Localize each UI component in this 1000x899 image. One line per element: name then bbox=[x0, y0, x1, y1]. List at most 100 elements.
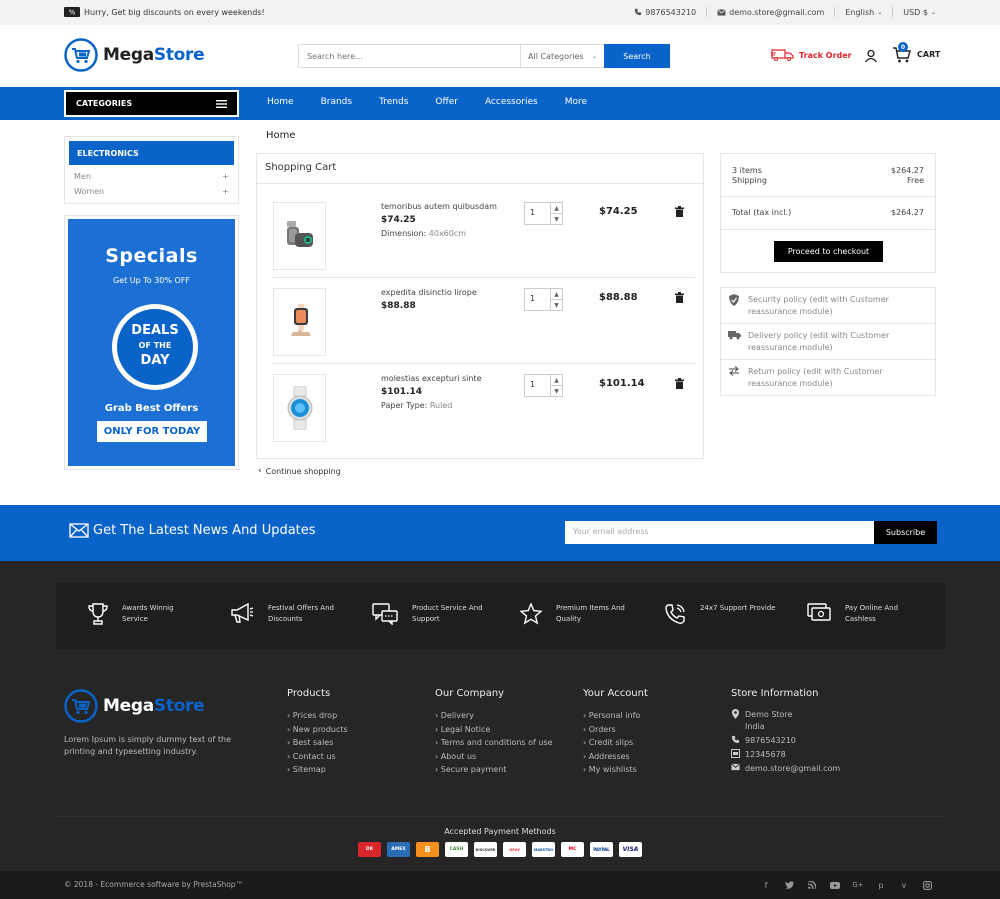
product-image-charger[interactable] bbox=[273, 202, 326, 270]
cart-icon: 0 bbox=[892, 42, 912, 64]
search-category-select[interactable]: All Categories ⌄ bbox=[520, 45, 604, 67]
cart-item: temoribus autem quibusdam $74.25 Dimensi… bbox=[257, 184, 703, 270]
product-image-watch-stand[interactable] bbox=[273, 288, 326, 356]
banner-inner: Specials Get Up To 30% OFF DEALS OF THE … bbox=[68, 219, 235, 466]
mail-icon bbox=[717, 8, 726, 16]
feature-item: 24x7 Support Provide bbox=[664, 603, 776, 625]
currency-selector[interactable]: USD $ ⌄ bbox=[903, 8, 936, 17]
track-order-link[interactable]: Track Order bbox=[771, 49, 852, 61]
cart-button[interactable]: 0 CART bbox=[892, 42, 941, 64]
logo-text: MegaStore bbox=[103, 45, 205, 65]
pinterest-icon[interactable]: p bbox=[876, 880, 886, 890]
google-plus-icon[interactable]: G+ bbox=[852, 880, 863, 890]
nav-item-offer[interactable]: Offer bbox=[435, 97, 458, 107]
banner-cta[interactable]: ONLY FOR TODAY bbox=[97, 421, 207, 442]
continue-shopping-link[interactable]: ‹ Continue shopping bbox=[258, 466, 341, 476]
increment-icon[interactable]: ▲ bbox=[551, 203, 562, 213]
quantity-input[interactable]: 1 bbox=[525, 203, 550, 224]
product-price: $74.25 bbox=[381, 215, 416, 225]
product-name[interactable]: temoribus autem quibusdam bbox=[381, 202, 497, 211]
product-attribute: Paper Type: Ruled bbox=[381, 401, 452, 410]
instagram-icon[interactable] bbox=[922, 880, 932, 890]
product-image-smartwatch[interactable] bbox=[273, 374, 326, 442]
nav-item-home[interactable]: Home bbox=[267, 97, 294, 107]
footer-link[interactable]: › Personal info bbox=[583, 709, 648, 723]
quantity-input[interactable]: 1 bbox=[525, 289, 550, 310]
breadcrumb[interactable]: Home bbox=[266, 130, 296, 141]
top-email[interactable]: demo.store@gmail.com bbox=[717, 8, 824, 17]
quantity-stepper[interactable]: 1 ▲ ▼ bbox=[524, 288, 563, 311]
quantity-stepper[interactable]: 1 ▲ ▼ bbox=[524, 202, 563, 225]
footer-link[interactable]: › Best sales bbox=[287, 736, 348, 750]
footer-logo[interactable]: MegaStore bbox=[64, 689, 205, 723]
footer-link[interactable]: › Secure payment bbox=[435, 763, 553, 777]
quantity-input[interactable]: 1 bbox=[525, 375, 550, 396]
shield-icon bbox=[728, 294, 740, 306]
quantity-stepper[interactable]: 1 ▲ ▼ bbox=[524, 374, 563, 397]
increment-icon[interactable]: ▲ bbox=[551, 289, 562, 299]
footer-link[interactable]: › Sitemap bbox=[287, 763, 348, 777]
delete-icon[interactable] bbox=[675, 292, 684, 303]
product-name[interactable]: molestias excepturi sinte bbox=[381, 374, 482, 383]
expand-icon[interactable]: + bbox=[222, 172, 229, 181]
nav-item-accessories[interactable]: Accessories bbox=[485, 97, 538, 107]
feature-item: Awards Winnig Service bbox=[88, 603, 174, 625]
product-name[interactable]: expedita disinctio lirope bbox=[381, 288, 477, 297]
feature-item: Pay Online And Cashless bbox=[807, 603, 898, 625]
nav-item-brands[interactable]: Brands bbox=[321, 97, 353, 107]
decrement-icon[interactable]: ▼ bbox=[551, 213, 562, 224]
rss-icon[interactable] bbox=[807, 880, 817, 890]
sidebar-item-men[interactable]: Men + bbox=[65, 169, 238, 184]
twitter-icon[interactable] bbox=[784, 880, 794, 890]
fax-icon bbox=[731, 749, 740, 758]
nav-item-trends[interactable]: Trends bbox=[379, 97, 408, 107]
store-country: India bbox=[745, 722, 765, 731]
delete-icon[interactable] bbox=[675, 378, 684, 389]
cart-label: CART bbox=[917, 49, 941, 59]
vimeo-icon[interactable]: v bbox=[899, 880, 909, 890]
store-phone[interactable]: 9876543210 bbox=[731, 735, 840, 747]
footer-link[interactable]: › Credit slips bbox=[583, 736, 648, 750]
increment-icon[interactable]: ▲ bbox=[551, 375, 562, 385]
footer-link[interactable]: › About us bbox=[435, 750, 553, 764]
store-email[interactable]: demo.store@gmail.com bbox=[731, 763, 840, 775]
product-price: $101.14 bbox=[381, 387, 422, 397]
youtube-icon[interactable] bbox=[830, 880, 840, 890]
user-account-icon[interactable] bbox=[864, 49, 878, 63]
store-email-text: demo.store@gmail.com bbox=[745, 764, 841, 773]
facebook-icon[interactable]: f bbox=[761, 880, 771, 890]
expand-icon[interactable]: + bbox=[222, 187, 229, 196]
footer-link-text: Best sales bbox=[292, 738, 334, 747]
footer-description: Lorem Ipsum is simply dummy text of the … bbox=[64, 735, 232, 756]
footer-link[interactable]: › Delivery bbox=[435, 709, 553, 723]
top-phone[interactable]: 9876543210 bbox=[634, 8, 696, 17]
footer-link[interactable]: › Contact us bbox=[287, 750, 348, 764]
footer-link[interactable]: › Prices drop bbox=[287, 709, 348, 723]
footer-link[interactable]: › New products bbox=[287, 723, 348, 737]
footer-link[interactable]: › Orders bbox=[583, 723, 648, 737]
categories-toggle[interactable]: CATEGORIES bbox=[64, 90, 239, 117]
footer-link-text: Secure payment bbox=[440, 765, 507, 774]
decrement-icon[interactable]: ▼ bbox=[551, 385, 562, 396]
search-button[interactable]: Search bbox=[604, 44, 670, 68]
footer-link[interactable]: › My wishlists bbox=[583, 763, 648, 777]
language-selector[interactable]: English ⌄ bbox=[845, 8, 882, 17]
trophy-icon bbox=[88, 603, 108, 625]
newsletter-email-input[interactable]: Your email address bbox=[565, 521, 874, 544]
delete-icon[interactable] bbox=[675, 206, 684, 217]
logo[interactable]: MegaStore bbox=[64, 38, 205, 72]
specials-banner[interactable]: Specials Get Up To 30% OFF DEALS OF THE … bbox=[64, 215, 239, 470]
proceed-to-checkout-button[interactable]: Proceed to checkout bbox=[774, 241, 883, 262]
footer-link[interactable]: › Legal Notice bbox=[435, 723, 553, 737]
subscribe-button[interactable]: Subscribe bbox=[874, 521, 937, 544]
nav-item-more[interactable]: More bbox=[565, 97, 587, 107]
search-input[interactable] bbox=[299, 45, 520, 67]
track-order-label: Track Order bbox=[799, 50, 852, 60]
decrement-icon[interactable]: ▼ bbox=[551, 299, 562, 310]
footer-link[interactable]: › Terms and conditions of use bbox=[435, 736, 553, 750]
truck-icon bbox=[728, 330, 741, 340]
sidebar-item-women[interactable]: Women + bbox=[65, 184, 238, 199]
footer-link[interactable]: › Addresses bbox=[583, 750, 648, 764]
footer-link-text: Contact us bbox=[292, 751, 336, 761]
banner-grab-text: Grab Best Offers bbox=[104, 403, 199, 414]
